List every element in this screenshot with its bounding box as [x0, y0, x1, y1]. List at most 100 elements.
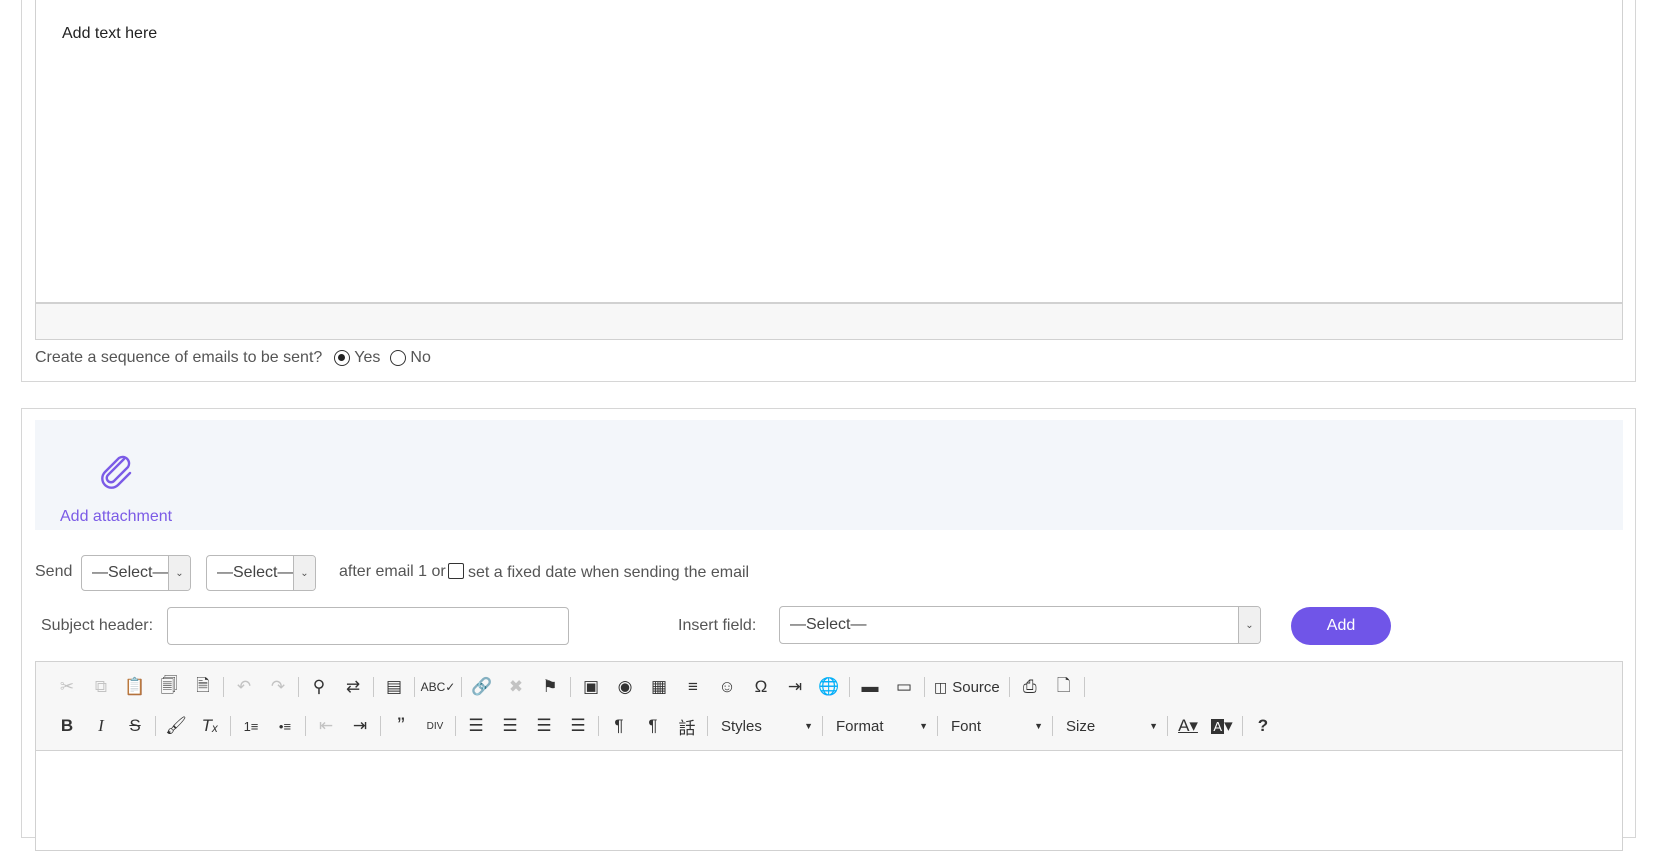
- toolbar-separator: [1167, 716, 1168, 736]
- help-icon[interactable]: ?: [1246, 712, 1280, 740]
- font-label: Font: [951, 717, 982, 735]
- div-container-icon[interactable]: DIV: [418, 712, 452, 740]
- select-all-icon[interactable]: ▤: [377, 673, 411, 701]
- caret-down-icon: ▼: [919, 721, 928, 731]
- font-dropdown[interactable]: Font ▼: [941, 713, 1049, 739]
- unlink-icon[interactable]: ✖: [499, 673, 533, 701]
- fixed-date-label[interactable]: set a fixed date when sending the email: [468, 564, 749, 581]
- text-direction-rtl-icon[interactable]: ¶: [636, 712, 670, 740]
- copy-format-brush-icon[interactable]: 🖌: [159, 712, 193, 740]
- italic-icon[interactable]: I: [84, 712, 118, 740]
- blockquote-icon[interactable]: ”: [384, 712, 418, 740]
- undo-icon[interactable]: ↶: [227, 673, 261, 701]
- cut-icon[interactable]: ✂: [50, 673, 84, 701]
- align-justify-icon[interactable]: ☰: [561, 712, 595, 740]
- indent-icon[interactable]: ⇥: [343, 712, 377, 740]
- toolbar-separator: [707, 716, 708, 736]
- iframe-globe-icon[interactable]: 🌐: [812, 673, 846, 701]
- text-direction-ltr-icon[interactable]: ¶: [602, 712, 636, 740]
- align-center-icon[interactable]: ☰: [493, 712, 527, 740]
- templates-icon[interactable]: 🗋: [1047, 673, 1081, 701]
- toolbar-separator: [1242, 716, 1243, 736]
- sequence-question-label: Create a sequence of emails to be sent?: [35, 349, 323, 366]
- remove-format-icon[interactable]: Tₓ: [193, 712, 227, 740]
- toolbar-separator: [230, 716, 231, 736]
- toolbar-separator: [305, 716, 306, 736]
- source-icon: ◫: [934, 678, 948, 695]
- toolbar-separator: [461, 677, 462, 697]
- add-attachment-label[interactable]: Add attachment: [60, 508, 172, 526]
- find-icon[interactable]: ⚲: [302, 673, 336, 701]
- toolbar-separator: [1052, 716, 1053, 736]
- toolbar-separator: [298, 677, 299, 697]
- add-field-button[interactable]: Add: [1291, 607, 1391, 645]
- send-delay-value: —Select—: [92, 564, 169, 581]
- sequence-question-row: Create a sequence of emails to be sent? …: [35, 348, 433, 368]
- subject-header-input[interactable]: [167, 607, 569, 645]
- toolbar-separator: [380, 716, 381, 736]
- smiley-icon[interactable]: ☺: [710, 673, 744, 701]
- form-button-icon[interactable]: ▭: [887, 673, 921, 701]
- subject-row: Subject header: Insert field: —Select— ⌄…: [35, 606, 1535, 646]
- styles-dropdown[interactable]: Styles ▼: [711, 713, 819, 739]
- align-right-icon[interactable]: ☰: [527, 712, 561, 740]
- send-delay-select[interactable]: —Select— ⌄: [81, 555, 191, 591]
- paste-icon[interactable]: 📋: [118, 673, 152, 701]
- outdent-icon[interactable]: ⇤: [309, 712, 343, 740]
- redo-icon[interactable]: ↷: [261, 673, 295, 701]
- toolbar-separator: [598, 716, 599, 736]
- toolbar-row-2: B I S 🖌 Tₓ 1≡ •≡ ⇤ ⇥ ” DIV ☰ ☰ ☰ ☰ ¶ ¶ 話: [50, 711, 1280, 741]
- paste-text-icon[interactable]: 🗐: [152, 673, 186, 701]
- replace-icon[interactable]: ⇄: [336, 673, 370, 701]
- sequence-no-label[interactable]: No: [410, 349, 430, 367]
- copy-icon[interactable]: ⧉: [84, 673, 118, 701]
- toolbar-separator: [373, 677, 374, 697]
- image-icon[interactable]: ▣: [574, 673, 608, 701]
- bold-icon[interactable]: B: [50, 712, 84, 740]
- spellcheck-icon[interactable]: ABC✓: [418, 673, 458, 701]
- send-unit-select[interactable]: —Select— ⌄: [206, 555, 316, 591]
- background-color-icon[interactable]: A ▾: [1205, 712, 1239, 740]
- sequence-yes-radio[interactable]: [334, 350, 351, 366]
- form-textfield-icon[interactable]: ▬: [853, 673, 887, 701]
- link-icon[interactable]: 🔗: [465, 673, 499, 701]
- source-button[interactable]: ◫ Source: [928, 673, 1006, 701]
- send-unit-value: —Select—: [217, 564, 294, 581]
- email-body-editor[interactable]: Add text here: [35, 0, 1623, 303]
- text-color-icon[interactable]: A▾: [1171, 712, 1205, 740]
- sequence-no-radio[interactable]: [390, 350, 407, 366]
- horizontal-line-icon[interactable]: ≡: [676, 673, 710, 701]
- page-break-icon[interactable]: ⇥: [778, 673, 812, 701]
- print-icon[interactable]: ⎙: [1013, 673, 1047, 701]
- size-dropdown[interactable]: Size ▼: [1056, 713, 1164, 739]
- sequence-email-body-editor[interactable]: [35, 751, 1623, 851]
- fixed-date-checkbox[interactable]: [448, 563, 464, 579]
- fixed-date-option[interactable]: set a fixed date when sending the email: [448, 563, 749, 582]
- flash-icon[interactable]: ◉: [608, 673, 642, 701]
- insert-field-select[interactable]: —Select— ⌄: [779, 606, 1261, 644]
- email-editor-panel: Add text here Create a sequence of email…: [21, 0, 1636, 382]
- toolbar-separator: [455, 716, 456, 736]
- styles-label: Styles: [721, 717, 762, 735]
- caret-down-icon: ▼: [1034, 721, 1043, 731]
- add-attachment-button[interactable]: Add attachment: [35, 420, 1623, 530]
- caret-down-icon: ▼: [1149, 721, 1158, 731]
- format-dropdown[interactable]: Format ▼: [826, 713, 934, 739]
- numbered-list-icon[interactable]: 1≡: [234, 712, 268, 740]
- editor-body-text[interactable]: Add text here: [62, 25, 157, 43]
- insert-field-label: Insert field:: [678, 617, 757, 634]
- strikethrough-icon[interactable]: S: [118, 712, 152, 740]
- language-icon[interactable]: 話: [670, 712, 704, 740]
- sequence-yes-label[interactable]: Yes: [354, 349, 380, 367]
- table-icon[interactable]: ▦: [642, 673, 676, 701]
- align-left-icon[interactable]: ☰: [459, 712, 493, 740]
- toolbar-separator: [414, 677, 415, 697]
- chevron-down-icon: ⌄: [1238, 607, 1260, 643]
- bulleted-list-icon[interactable]: •≡: [268, 712, 302, 740]
- anchor-flag-icon[interactable]: ⚑: [533, 673, 567, 701]
- paste-word-icon[interactable]: 🗎: [186, 673, 220, 701]
- toolbar-separator: [924, 677, 925, 697]
- source-label: Source: [952, 678, 1000, 696]
- toolbar-separator: [570, 677, 571, 697]
- special-char-icon[interactable]: Ω: [744, 673, 778, 701]
